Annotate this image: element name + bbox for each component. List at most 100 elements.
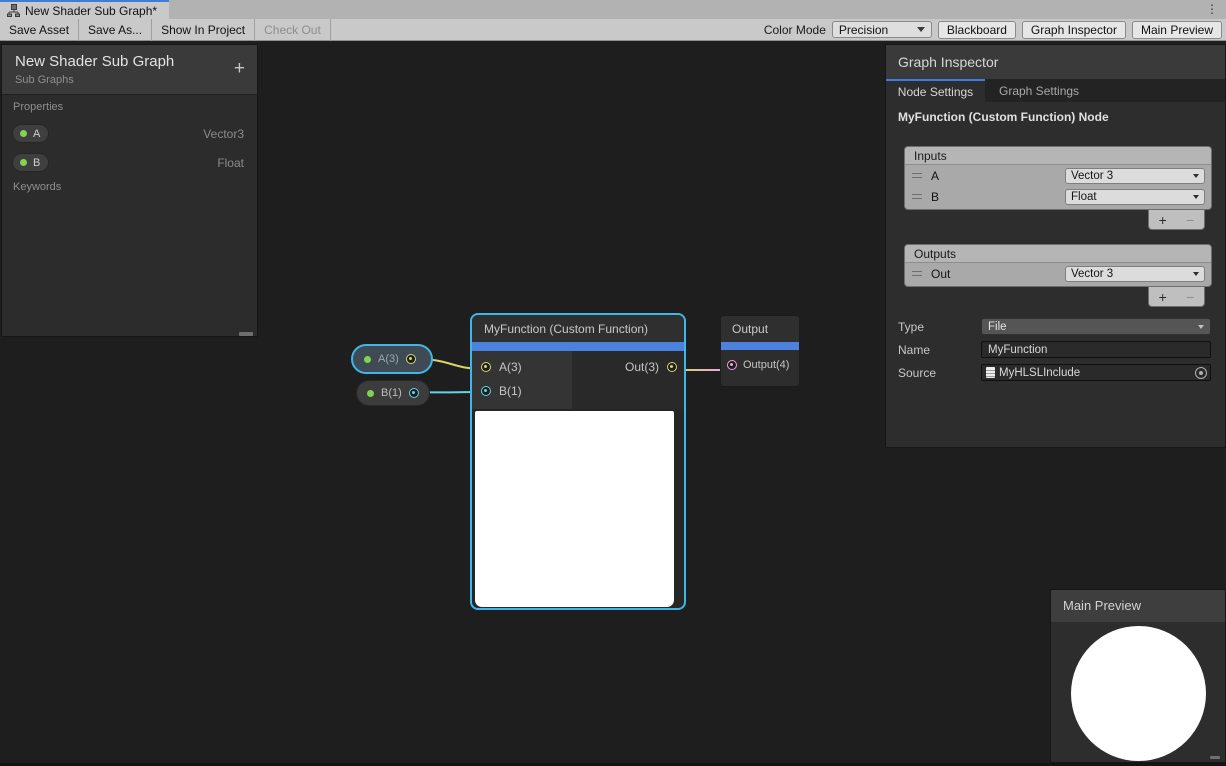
inspector-header[interactable]: Graph Inspector <box>886 45 1225 79</box>
precision-bar <box>721 342 799 350</box>
name-field[interactable]: MyFunction <box>981 341 1211 358</box>
custom-function-node[interactable]: MyFunction (Custom Function) A(3) B(1) O… <box>470 313 686 610</box>
inputs-list: Inputs A Vector 3 B Float <box>904 146 1212 210</box>
output-node[interactable]: Output Output(4) <box>720 315 800 387</box>
save-as-button[interactable]: Save As... <box>79 19 152 41</box>
toolbar: Save Asset Save As... Show In Project Ch… <box>0 19 1226 41</box>
port-dot <box>730 363 733 366</box>
type-label: Type <box>898 320 924 334</box>
blackboard-panel: New Shader Sub Graph Sub Graphs + Proper… <box>1 44 258 337</box>
main-preview-toggle-button[interactable]: Main Preview <box>1132 21 1222 39</box>
outputs-list-header: Outputs <box>905 245 1211 263</box>
blackboard-property-a[interactable]: A <box>12 124 49 143</box>
blackboard-subtitle: Sub Graphs <box>15 74 74 86</box>
tab-node-settings[interactable]: Node Settings <box>886 79 985 102</box>
chevron-down-icon <box>1193 174 1199 178</box>
input-a-type-dropdown[interactable]: Vector 3 <box>1065 168 1205 184</box>
outputs-list-footer: + − <box>1148 287 1205 307</box>
exposed-dot-icon <box>364 356 371 363</box>
object-picker-icon[interactable] <box>1195 367 1207 379</box>
show-in-project-button[interactable]: Show In Project <box>152 19 255 41</box>
row-name: Out <box>931 267 950 281</box>
port-dot <box>412 391 415 394</box>
input-b-type-dropdown[interactable]: Float <box>1065 189 1205 205</box>
add-output-button[interactable]: + <box>1159 288 1167 306</box>
save-asset-button[interactable]: Save Asset <box>0 19 79 41</box>
dropdown-value: Vector 3 <box>1071 170 1113 182</box>
chevron-down-icon <box>917 27 925 32</box>
keywords-section-label: Keywords <box>13 181 61 193</box>
drag-handle-icon[interactable] <box>912 194 922 199</box>
dropdown-value: File <box>988 321 1007 333</box>
drag-handle-icon[interactable] <box>912 271 922 276</box>
preview-sphere[interactable] <box>1071 626 1206 761</box>
output-port-out[interactable] <box>667 362 677 372</box>
tab-title: New Shader Sub Graph* <box>25 4 157 18</box>
blackboard-row-b: B Float <box>12 153 244 172</box>
output-port-label: Out(3) <box>625 360 659 374</box>
precision-bar <box>472 342 684 351</box>
exposed-dot-icon <box>20 159 27 166</box>
preview-resize-handle[interactable] <box>1210 756 1220 759</box>
main-preview-header[interactable]: Main Preview <box>1051 590 1225 622</box>
property-type: Vector3 <box>203 127 244 141</box>
blackboard-header[interactable]: New Shader Sub Graph Sub Graphs + <box>2 45 257 95</box>
color-mode-dropdown[interactable]: Precision <box>832 21 932 38</box>
kebab-menu-icon[interactable]: ⋮ <box>1206 1 1218 17</box>
graph-inspector-panel: Graph Inspector Node Settings Graph Sett… <box>885 44 1226 448</box>
drag-handle-icon[interactable] <box>912 173 922 178</box>
property-node-b[interactable]: B(1) <box>356 380 430 406</box>
node-port-area: A(3) B(1) Out(3) <box>472 351 684 409</box>
name-field-value: MyFunction <box>988 344 1047 356</box>
property-name: B <box>33 157 40 169</box>
row-name: B <box>931 190 939 204</box>
blackboard-resize-handle[interactable] <box>239 332 253 336</box>
port-dot <box>409 357 412 360</box>
tab-graph-settings[interactable]: Graph Settings <box>985 79 1093 102</box>
source-label: Source <box>898 366 936 380</box>
property-b-output-port[interactable] <box>409 388 419 398</box>
outputs-row-out[interactable]: Out Vector 3 <box>905 263 1211 284</box>
output-node-input-port[interactable] <box>727 360 737 370</box>
inputs-row-b[interactable]: B Float <box>905 186 1211 207</box>
inputs-row-a[interactable]: A Vector 3 <box>905 165 1211 186</box>
dropdown-value: Vector 3 <box>1071 268 1113 280</box>
inputs-list-header: Inputs <box>905 147 1211 165</box>
node-title-bar[interactable]: Output <box>721 316 799 342</box>
node-title: Output <box>732 322 768 336</box>
document-tab[interactable]: New Shader Sub Graph* <box>0 0 169 19</box>
dropdown-value: Precision <box>839 23 888 37</box>
property-node-label: B(1) <box>381 387 402 399</box>
chevron-down-icon <box>1198 325 1204 329</box>
input-port-b[interactable] <box>481 386 491 396</box>
window-title-bar: New Shader Sub Graph* ⋮ <box>0 0 1226 19</box>
main-preview-panel: Main Preview <box>1050 589 1226 763</box>
property-node-a[interactable]: A(3) <box>351 344 433 374</box>
property-node-label: A(3) <box>378 353 399 365</box>
shader-graph-window: A(3) B(1) MyFunction (Custom Function) A… <box>0 0 1226 766</box>
add-input-button[interactable]: + <box>1159 211 1167 229</box>
graph-inspector-toggle-button[interactable]: Graph Inspector <box>1022 21 1126 39</box>
property-a-output-port[interactable] <box>406 354 416 364</box>
check-out-button[interactable]: Check Out <box>255 19 331 41</box>
port-dot <box>484 389 487 392</box>
source-object-field[interactable]: MyHLSLInclude <box>981 364 1211 381</box>
color-mode-label: Color Mode <box>764 23 826 37</box>
type-dropdown[interactable]: File <box>981 318 1211 335</box>
outputs-list: Outputs Out Vector 3 <box>904 244 1212 287</box>
name-label: Name <box>898 343 930 357</box>
blackboard-property-b[interactable]: B <box>12 153 49 172</box>
output-out-type-dropdown[interactable]: Vector 3 <box>1065 266 1205 282</box>
blackboard-toggle-button[interactable]: Blackboard <box>938 21 1016 39</box>
add-property-button[interactable]: + <box>234 59 245 78</box>
remove-input-button[interactable]: − <box>1186 211 1194 229</box>
properties-section-label: Properties <box>13 101 63 113</box>
property-name: A <box>33 128 40 140</box>
input-port-a[interactable] <box>481 362 491 372</box>
remove-output-button[interactable]: − <box>1186 288 1194 306</box>
source-field-value: MyHLSLInclude <box>999 367 1080 379</box>
node-preview[interactable] <box>475 411 674 607</box>
node-title-bar[interactable]: MyFunction (Custom Function) <box>472 315 684 342</box>
output-node-port-label: Output(4) <box>743 359 789 371</box>
main-preview-title: Main Preview <box>1063 598 1141 613</box>
